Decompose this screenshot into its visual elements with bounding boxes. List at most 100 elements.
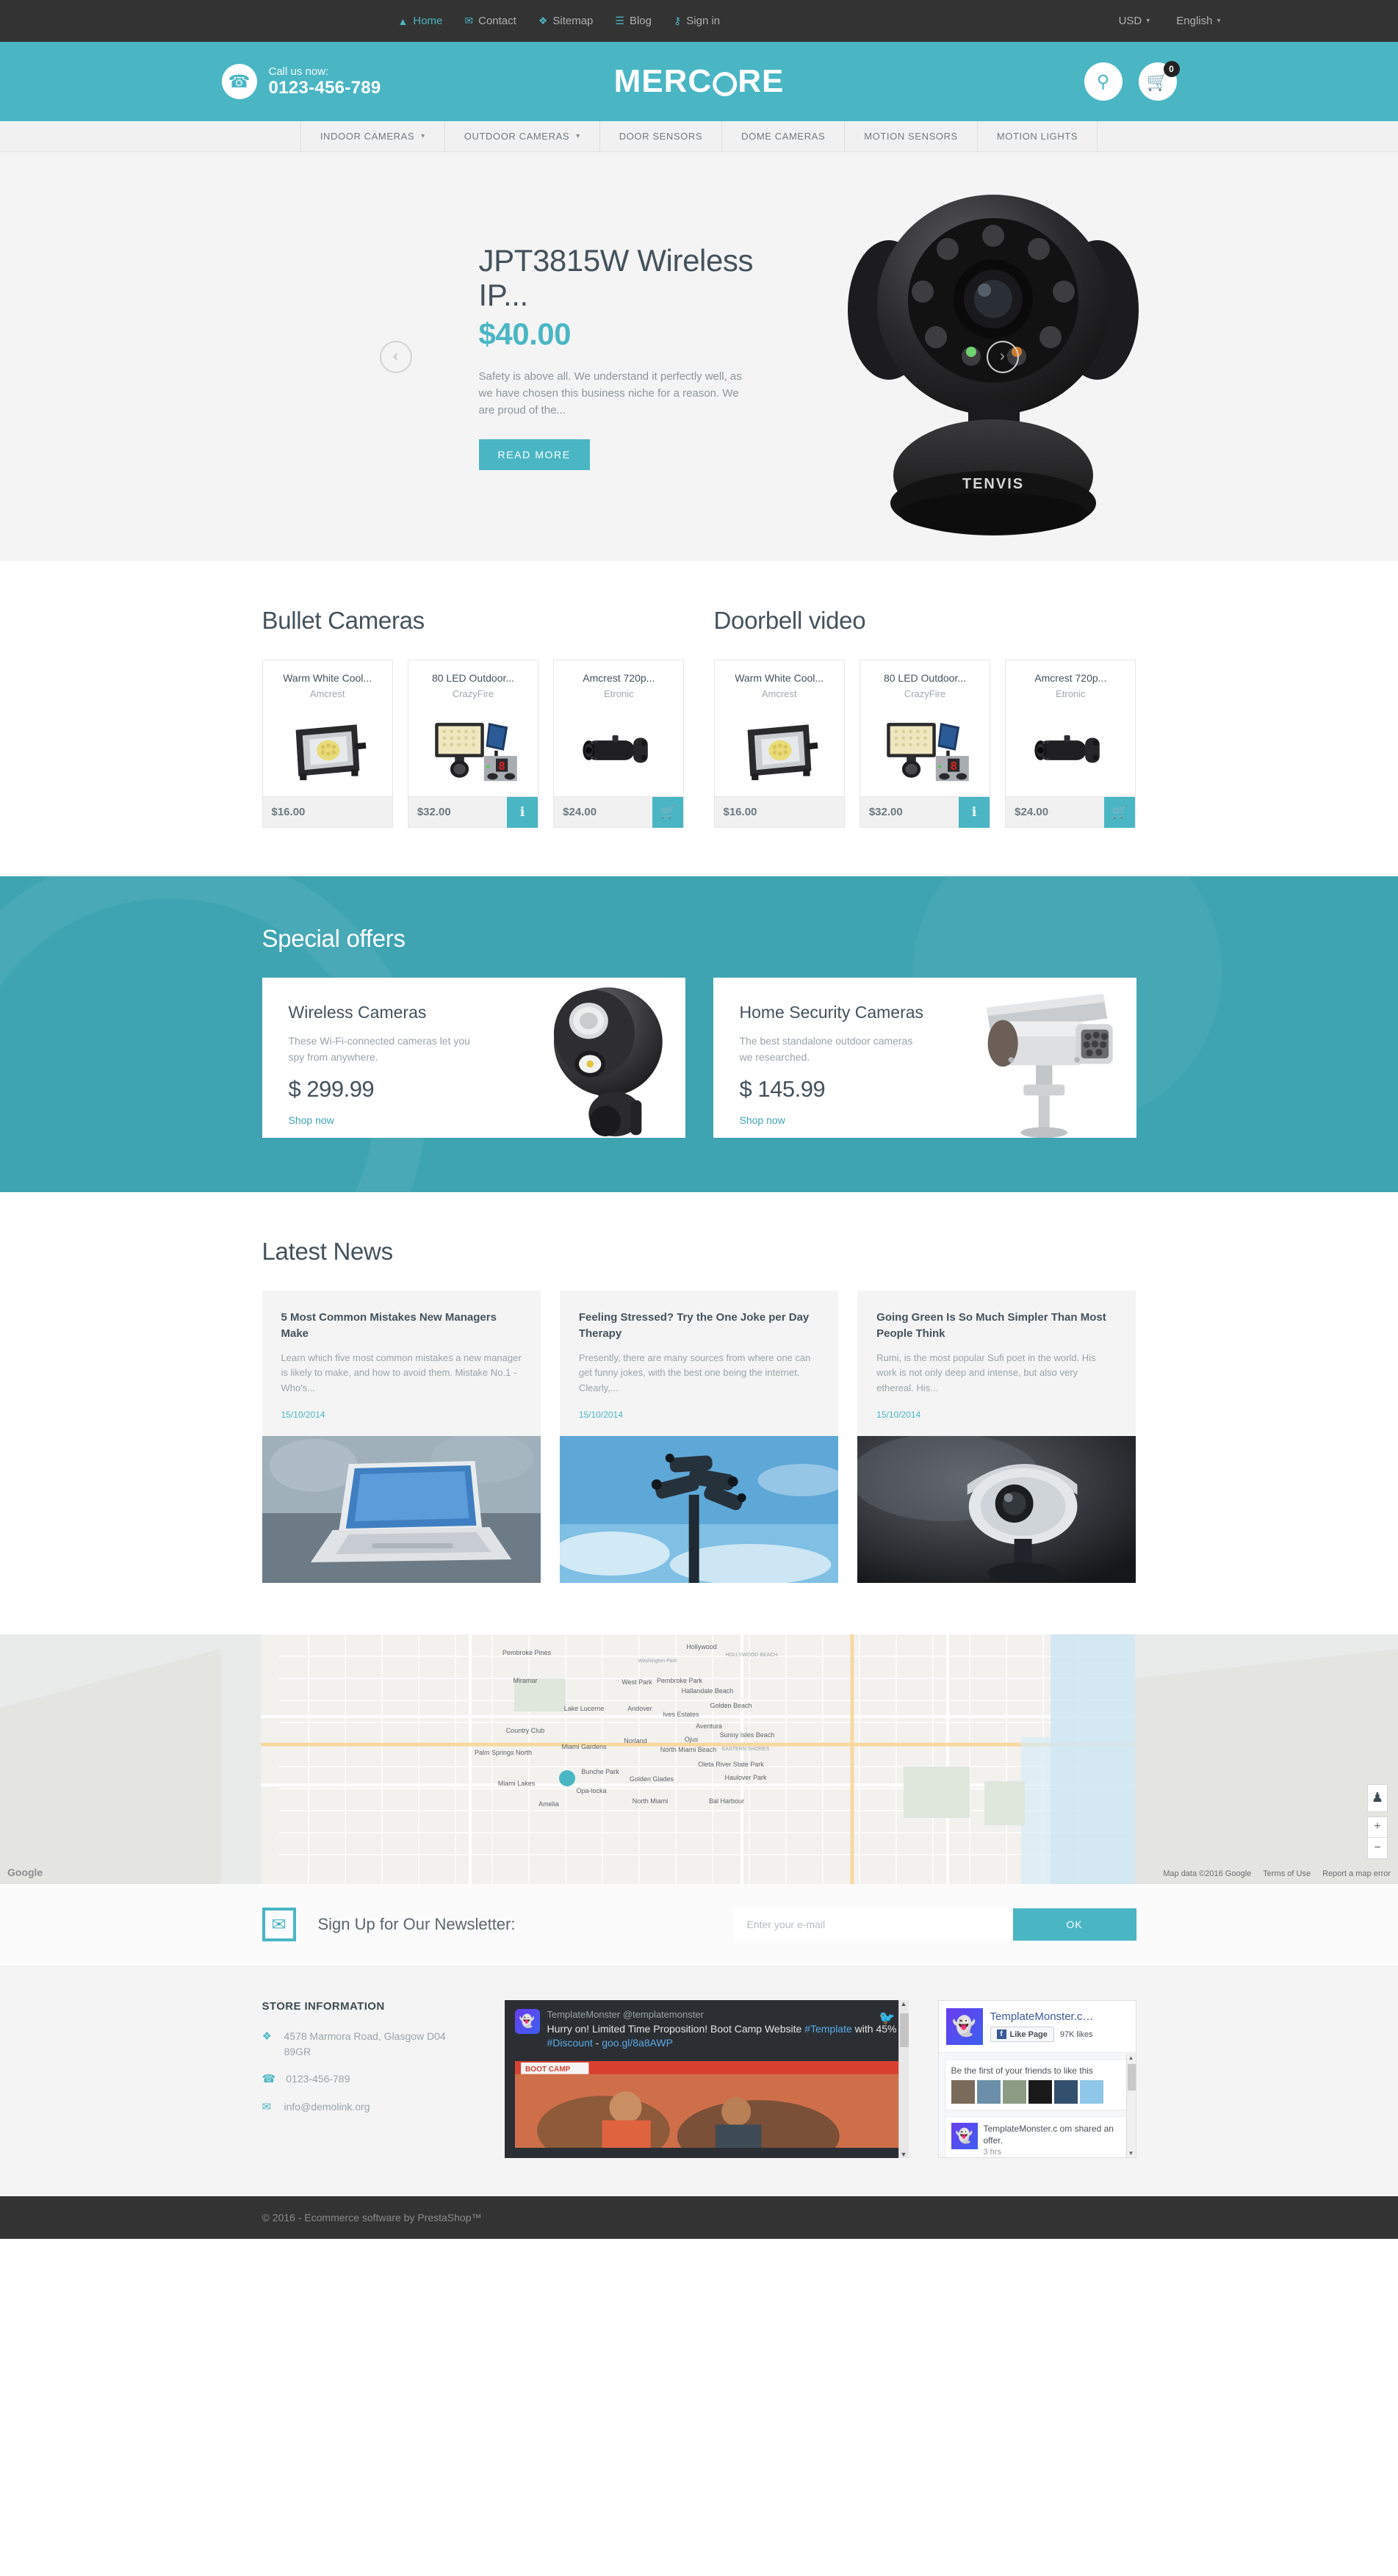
top-nav: ▲ Home ✉ Contact ❖ Sitemap ☰ Blog ⚷ Sign… [398, 15, 721, 27]
avatar [1002, 2079, 1026, 2104]
product-add-to-cart-button[interactable]: 🛒 [1104, 796, 1136, 828]
top-nav-link-home[interactable]: ▲ Home [398, 15, 443, 27]
product-card[interactable]: 80 LED Outdoor... CrazyFire 8 $32.00 ℹ [859, 660, 991, 828]
facebook-like-page-button[interactable]: f Like Page [990, 2027, 1054, 2043]
language-selector[interactable]: English ▾ [1176, 15, 1220, 27]
copyright-text: © 2016 - Ecommerce software by PrestaSho… [262, 2211, 482, 2223]
product-price: $32.00 [417, 806, 451, 818]
product-info-button[interactable]: ℹ [507, 796, 538, 828]
chevron-down-icon: ▾ [1217, 17, 1221, 25]
top-nav-link-blog[interactable]: ☰ Blog [615, 15, 652, 27]
list-icon: ☰ [615, 15, 624, 26]
map-zoom-in-button[interactable]: + [1368, 1817, 1387, 1838]
scroll-down-icon[interactable]: ▼ [1127, 2150, 1136, 2157]
location-map[interactable]: Hollywood HOLLYWOOD BEACH Pembroke Pines Wa… [0, 1634, 1398, 1884]
product-brand: Amcrest [761, 688, 797, 699]
map-terms-link[interactable]: Terms of Use [1263, 1869, 1311, 1878]
news-post-date: 15/10/2014 [876, 1409, 921, 1420]
offer-card-wireless-cameras[interactable]: Wireless Cameras These Wi-Fi-connected c… [262, 978, 685, 1138]
currency-selector[interactable]: USD ▾ [1119, 15, 1150, 27]
twitter-scrollbar[interactable]: ▲ ▼ [898, 1999, 909, 2158]
product-price: $32.00 [868, 806, 903, 818]
product-info-button[interactable]: ℹ [959, 796, 990, 828]
product-brand: Etronic [1056, 688, 1086, 699]
store-email[interactable]: info@demolink.org [284, 2099, 370, 2116]
top-nav-link-sitemap[interactable]: ❖ Sitemap [538, 15, 594, 27]
envelope-icon: ✉ [262, 1908, 296, 1942]
svg-text:Miami Gardens: Miami Gardens [561, 1743, 607, 1750]
cart-button[interactable]: 🛒 0 [1138, 61, 1180, 101]
svg-text:Golden Beach: Golden Beach [710, 1702, 752, 1709]
avatar [1079, 2079, 1103, 2104]
nav-item-motion-lights[interactable]: MOTION LIGHTS [978, 121, 1098, 151]
facebook-scrollbar[interactable]: ▲ ▼ [1125, 2053, 1136, 2157]
avatar [1028, 2079, 1052, 2104]
offer-shop-now-link[interactable]: Shop now [289, 1114, 334, 1126]
search-button[interactable]: ⚲ [1084, 62, 1123, 101]
newsletter-email-input[interactable] [733, 1908, 1013, 1941]
newsletter-submit-button[interactable]: OK [1012, 1908, 1136, 1941]
site-logo[interactable]: MERC RE [614, 63, 785, 100]
map-zoom-controls[interactable]: + − [1367, 1816, 1388, 1859]
scroll-up-icon[interactable]: ▲ [1127, 2054, 1136, 2061]
nav-item-dome-cameras[interactable]: DOME CAMERAS [722, 121, 846, 151]
map-zoom-out-button[interactable]: − [1368, 1838, 1387, 1858]
nav-item-door-sensors[interactable]: DOOR SENSORS [600, 121, 723, 151]
hero-next-button[interactable]: › [986, 340, 1019, 373]
envelope-icon: ✉ [262, 2101, 272, 2114]
nav-item-indoor-cameras[interactable]: INDOOR CAMERAS ▾ [300, 121, 445, 151]
key-icon: ⚷ [674, 15, 682, 26]
news-post-excerpt: Rumi, is the most popular Sufi poet in t… [876, 1352, 1096, 1394]
map-data-label: Map data ©2016 Google [1163, 1869, 1252, 1878]
svg-text:Golden Glades: Golden Glades [630, 1775, 674, 1783]
news-card[interactable]: Feeling Stressed? Try the One Joke per D… [559, 1291, 839, 1583]
tweet-hashtag-template[interactable]: #Template [804, 2023, 852, 2035]
facebook-f-icon: f [996, 2030, 1006, 2040]
offer-shop-now-link[interactable]: Shop now [740, 1114, 785, 1126]
svg-text:8: 8 [951, 760, 957, 773]
cart-icon: 🛒 [660, 804, 677, 819]
product-card[interactable]: 80 LED Outdoor... CrazyFire 8 $32.00 ℹ [407, 660, 539, 828]
product-card[interactable]: Warm White Cool... Amcrest $16.00 [713, 660, 845, 828]
info-icon: ℹ [971, 804, 977, 819]
offer-card-home-security-cameras[interactable]: Home Security Cameras The best standalon… [713, 978, 1136, 1139]
svg-text:Pembroke Pines: Pembroke Pines [502, 1649, 552, 1656]
product-card[interactable]: Warm White Cool... Amcrest $16.00 [262, 660, 393, 828]
top-nav-link-contact[interactable]: ✉ Contact [464, 15, 516, 27]
scroll-down-icon[interactable]: ▼ [899, 2151, 909, 2158]
product-card[interactable]: Amcrest 720p... Etronic $24.00 🛒 [1005, 660, 1136, 828]
hero-read-more-button[interactable]: READ MORE [478, 439, 590, 471]
scroll-thumb[interactable] [899, 2013, 909, 2047]
news-card[interactable]: Going Green Is So Much Simpler Than Most… [857, 1291, 1136, 1583]
scroll-thumb[interactable] [1127, 2063, 1136, 2090]
product-price: $24.00 [563, 806, 597, 818]
facebook-widget[interactable]: 👻 TemplateMonster.c… f Like Page 97K lik… [937, 1999, 1136, 2158]
store-information-title: STORE INFORMATION [262, 1999, 385, 2013]
product-add-to-cart-button[interactable]: 🛒 [652, 796, 684, 828]
news-post-excerpt: Presently, there are many sources from w… [578, 1352, 811, 1394]
facebook-friends-prompt: Be the first of your friends to like thi… [951, 2065, 1093, 2076]
svg-text:Hallandale Beach: Hallandale Beach [682, 1687, 734, 1695]
facebook-page-name[interactable]: TemplateMonster.c… [990, 2010, 1094, 2023]
nav-item-motion-sensors[interactable]: MOTION SENSORS [845, 121, 978, 151]
svg-text:Haulover Park: Haulover Park [724, 1774, 767, 1781]
google-watermark: Google [7, 1866, 43, 1878]
scroll-up-icon[interactable]: ▲ [899, 2000, 909, 2007]
news-card[interactable]: 5 Most Common Mistakes New Managers Make… [262, 1291, 541, 1583]
product-brand: CrazyFire [904, 688, 946, 699]
nav-item-outdoor-cameras[interactable]: OUTDOOR CAMERAS ▾ [445, 121, 600, 151]
product-name: Warm White Cool... [283, 672, 372, 684]
product-card[interactable]: Amcrest 720p... Etronic $24.00 🛒 [553, 660, 685, 828]
hero-prev-button[interactable]: ‹ [379, 340, 412, 373]
product-name: Amcrest 720p... [1034, 672, 1107, 684]
tweet-hashtag-discount[interactable]: #Discount [547, 2037, 593, 2049]
product-image-bullet-camera [561, 707, 676, 793]
tweet-link[interactable]: goo.gl/8a8AWP [602, 2037, 673, 2049]
twitter-widget[interactable]: 🐦 👻 TemplateMonster @templatemonster Hur… [504, 1999, 909, 2158]
top-nav-link-signin[interactable]: ⚷ Sign in [674, 15, 720, 27]
site-header: ☎ Call us now: 0123-456-789 MERC RE ⚲ 🛒 … [0, 42, 1398, 121]
map-report-link[interactable]: Report a map error [1322, 1869, 1391, 1878]
svg-text:Andover: Andover [627, 1705, 652, 1712]
logo-text-after: RE [738, 63, 785, 99]
pegman-icon[interactable]: ♟ [1367, 1783, 1388, 1812]
